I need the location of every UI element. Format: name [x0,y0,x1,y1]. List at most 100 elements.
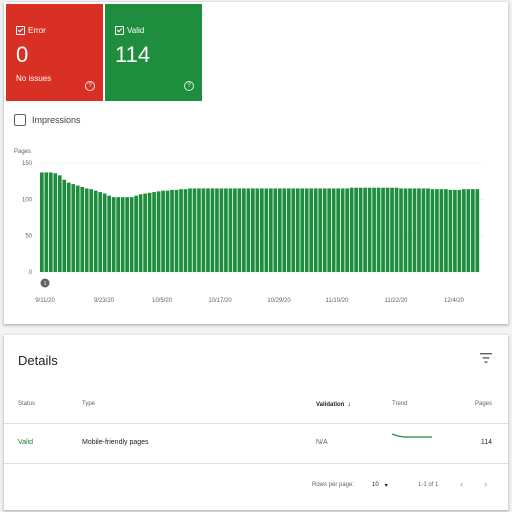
chart-bar [403,188,408,272]
chart-bar [89,189,94,272]
chart-bar [367,187,372,272]
chart-bar [237,188,242,272]
chart-bar [242,188,246,272]
chart-bar [48,172,53,272]
chart-bar [300,188,305,272]
chart-bar [192,188,197,272]
checkbox-checked-icon [115,26,124,35]
chart-bar [161,190,165,272]
chart-bar [421,188,426,272]
row-type: Mobile-friendly pages [82,439,149,446]
chart-bar [260,188,264,272]
impressions-toggle[interactable]: Impressions [14,114,81,126]
x-tick-label: 12/4/20 [444,298,465,304]
chart-bar [246,188,251,272]
row-trend-sparkline [392,433,432,438]
chart-bar [215,188,219,272]
column-header-status[interactable]: Status [18,401,35,407]
checkbox-unchecked-icon[interactable] [14,114,26,126]
pagination-range: 1-1 of 1 [418,482,439,488]
chart-bar [430,189,435,272]
valid-tile[interactable]: Valid 114 ? [105,4,202,101]
chart-bar [462,189,466,272]
chart-bar [277,188,282,272]
chart-bar [224,188,228,272]
chart-bar [426,188,430,272]
chevron-left-icon[interactable]: ‹ [460,479,463,490]
chart-bar [44,172,49,272]
error-subtext: No issues [16,74,52,83]
filter-icon[interactable] [480,353,492,363]
chart-bar [286,188,291,272]
chart-bar [349,187,354,272]
chart-bar [165,190,170,272]
chart-bar [439,189,444,272]
column-header-validation[interactable]: Validation ↓ [316,401,351,408]
chart-bar [417,188,421,272]
chart-bar [358,187,363,272]
error-tile[interactable]: Error 0 No issues ? [6,4,103,101]
chart-bar [156,191,161,272]
chart-bar [93,190,98,272]
help-icon[interactable]: ? [184,81,194,91]
chart-bar [201,188,206,272]
rows-per-page-select[interactable]: 10 ▾ [372,482,388,489]
y-axis-label: Pages [14,149,31,155]
help-icon[interactable]: ? [85,81,95,91]
chart-bar [372,187,376,272]
chart-bar [40,172,44,272]
valid-tile-header: Valid [115,26,144,35]
chart-bar [381,187,385,272]
rows-per-page-label: Rows per page: [312,482,355,488]
rows-per-page-value: 10 [372,482,379,488]
chart-bar [394,187,399,272]
chart-bar [435,189,439,272]
chart-bar [129,197,134,272]
chart-bar [219,188,224,272]
chart-bar [363,187,367,272]
checkbox-checked-icon [16,26,25,35]
chart-bar [53,173,58,272]
error-label: Error [28,26,46,35]
chart-bar [331,188,336,272]
column-header-type[interactable]: Type [82,401,95,407]
x-tick-label: 11/22/20 [385,298,409,304]
chart-bar [170,189,174,272]
x-tick-label: 10/17/20 [208,298,232,304]
chart-bar [179,189,183,272]
details-card: Details Status Type Validation ↓ Trend P… [4,335,508,510]
chart-bar [412,188,417,272]
chart-bar [444,189,448,272]
x-tick-label: 10/29/20 [267,298,291,304]
chart-bar [75,185,80,272]
chart-bar [291,188,296,272]
chart-bar [340,188,345,272]
summary-card: Error 0 No issues ? Valid 114 ? Impressi… [4,2,508,324]
chart-bar [251,188,255,272]
column-header-pages[interactable]: Pages [475,401,492,407]
y-tick-label: 100 [22,197,33,203]
x-tick-label: 11/10/20 [326,298,350,304]
chart-bar [62,179,67,272]
valid-label: Valid [127,26,145,35]
chart-bar [228,188,233,272]
chart-bar [102,193,107,272]
chart-bar [134,195,138,272]
chart-bar [111,197,116,272]
chart-bar [188,188,192,272]
chart-bar [408,188,412,272]
chart-bar [197,188,201,272]
sort-arrow-down-icon: ↓ [347,401,351,408]
chart-bar [264,188,269,272]
row-status: Valid [18,439,34,446]
error-count: 0 [16,42,29,67]
chart-bar [273,188,278,272]
y-tick-label: 0 [29,270,33,276]
y-tick-label: 50 [25,234,32,240]
chart-bar [80,186,85,272]
chart-bar [318,188,323,272]
chevron-right-icon[interactable]: › [484,479,487,490]
row-divider [4,463,508,464]
chart-bar [66,182,71,272]
error-tile-header: Error [16,26,46,35]
